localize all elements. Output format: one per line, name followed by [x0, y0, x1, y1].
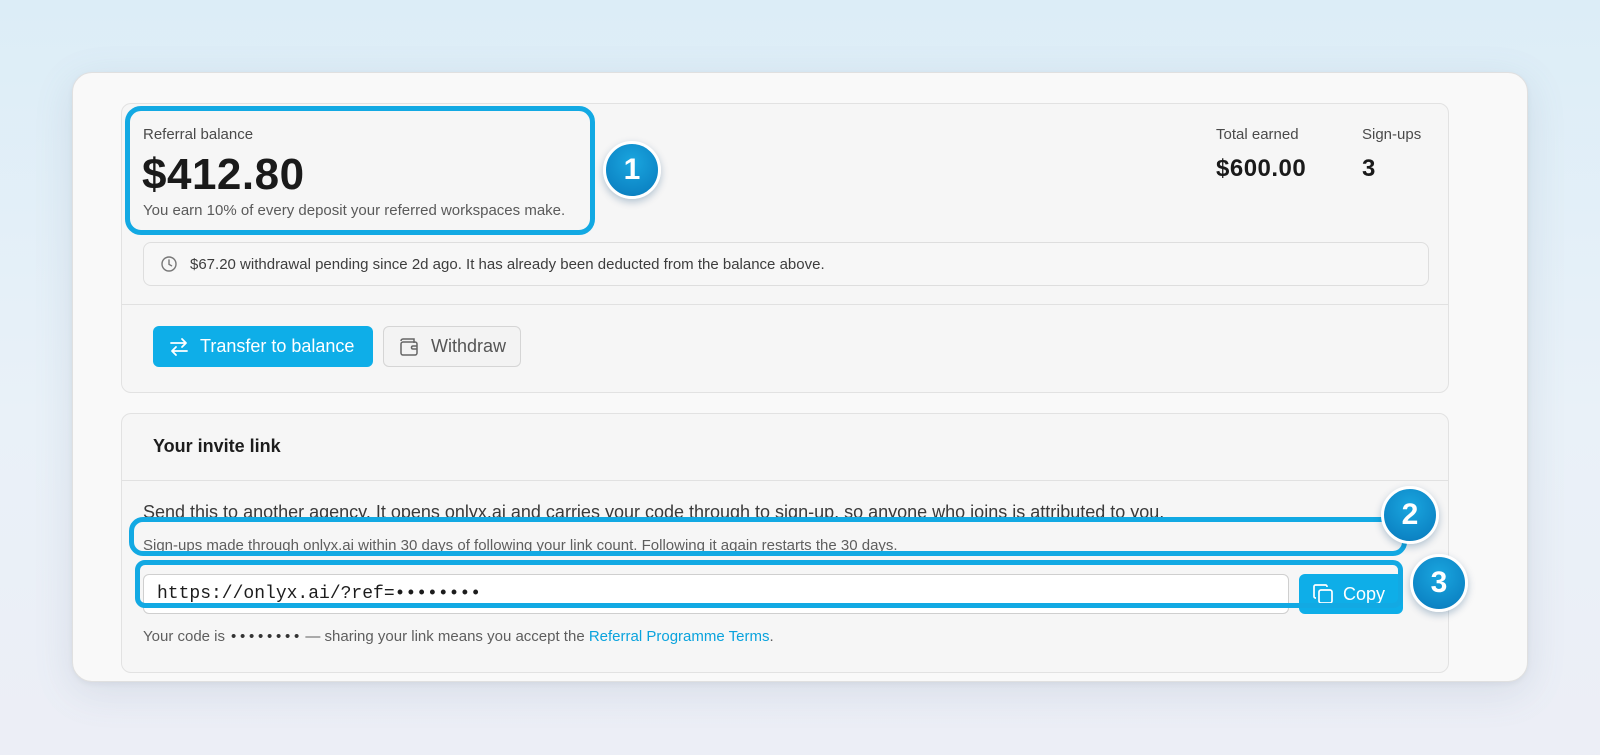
code-middle: — sharing your link means you accept the — [301, 628, 589, 645]
balance-note: You earn 10% of every deposit your refer… — [143, 202, 566, 219]
transfer-to-balance-button[interactable]: Transfer to balance — [153, 326, 373, 367]
invite-link-field[interactable]: https://onlyx.ai/?ref=•••••••• — [143, 574, 1289, 614]
attribution-note: Sign-ups made through onlyx.ai within 30… — [143, 537, 898, 554]
invite-title: Your invite link — [153, 436, 281, 456]
annotation-badge-2: 2 — [1381, 486, 1439, 544]
total-earned-value: $600.00 — [1216, 155, 1307, 182]
signups-label: Sign-ups — [1362, 126, 1422, 143]
wallet-icon — [400, 337, 418, 356]
total-earned-label: Total earned — [1216, 126, 1299, 143]
balance-amount: $412.80 — [142, 150, 305, 199]
code-note: Your code is •••••••• — sharing your lin… — [143, 628, 774, 646]
divider — [122, 304, 1448, 305]
withdraw-label: Withdraw — [431, 336, 507, 356]
pending-withdrawal-notice: $67.20 withdrawal pending since 2d ago. … — [143, 242, 1429, 286]
signups-stat: Sign-ups 3 — [1362, 126, 1421, 183]
clock-icon — [161, 256, 177, 272]
copy-label: Copy — [1343, 583, 1386, 604]
annotation-badge-1: 1 — [603, 141, 661, 199]
copy-button[interactable]: Copy — [1299, 574, 1403, 614]
referral-panel: Referral balance $412.80 You earn 10% of… — [72, 72, 1528, 682]
invite-link-value: https://onlyx.ai/?ref=•••••••• — [157, 584, 482, 604]
pending-text: $67.20 withdrawal pending since 2d ago. … — [190, 255, 825, 273]
invite-description: Send this to another agency. It opens on… — [143, 502, 1165, 522]
code-prefix: Your code is — [143, 628, 230, 645]
code-suffix: . — [769, 628, 774, 645]
withdraw-button[interactable]: Withdraw — [383, 326, 521, 367]
signups-value: 3 — [1362, 155, 1376, 182]
total-earned-stat: Total earned $600.00 — [1216, 126, 1306, 183]
balance-card: Referral balance $412.80 You earn 10% of… — [121, 103, 1449, 393]
invite-link-card: Your invite link Send this to another ag… — [121, 413, 1449, 673]
referral-terms-link[interactable]: Referral Programme Terms — [589, 628, 770, 645]
masked-code: •••••••• — [229, 629, 302, 646]
swap-arrows-icon — [170, 337, 188, 356]
copy-icon — [1313, 584, 1333, 604]
annotation-badge-3: 3 — [1410, 554, 1468, 612]
transfer-label: Transfer to balance — [200, 336, 355, 356]
divider — [122, 480, 1448, 481]
balance-label: Referral balance — [143, 126, 254, 143]
